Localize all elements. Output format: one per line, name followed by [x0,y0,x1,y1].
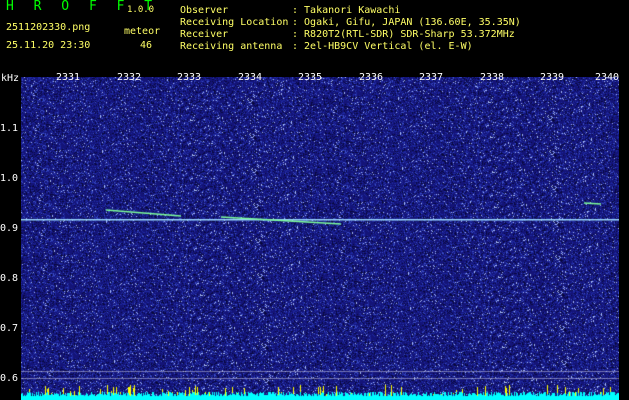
x-tick-label: 2334 [237,72,263,83]
meteor-label: meteor [124,26,161,37]
x-tick-label: 2337 [418,72,444,83]
field-receiver-label: Receiver [180,29,229,40]
field-antenna-value: : 2el-HB9CV Vertical (el. E-W) [292,41,473,52]
date-time: 25.11.20 23:30 [6,40,91,51]
meteor-count: 46 [140,40,153,51]
field-receiver-value: : R820T2(RTL-SDR) SDR-Sharp 53.372MHz [292,29,515,40]
field-location-value: : Ogaki, Gifu, JAPAN (136.60E, 35.35N) [292,17,521,28]
x-tick-label: 2332 [116,72,142,83]
x-tick-label: 2333 [176,72,202,83]
spectrogram-canvas[interactable] [21,77,619,400]
y-tick-label: 0.7 [0,323,19,334]
file-name: 2511202330.png [6,22,91,33]
y-tick-label: 0.9 [0,223,19,234]
header-panel: H R O F F T 1.0.0 2511202330.png 25.11.2… [0,0,629,72]
field-observer-value: : Takanori Kawachi [292,5,401,16]
x-axis-ticks: 2331 2332 2333 2334 2335 2336 2337 2338 … [21,72,619,86]
y-tick-label: 1.1 [0,123,19,134]
x-tick-label: 2340 [594,72,620,83]
x-tick-label: 2338 [479,72,505,83]
field-antenna-label: Receiving antenna [180,41,283,52]
x-tick-label: 2331 [55,72,81,83]
x-tick-label: 2339 [539,72,565,83]
y-tick-label: 1.0 [0,173,19,184]
x-tick-label: 2335 [297,72,323,83]
y-tick-label: 0.6 [0,373,19,384]
field-location-label: Receiving Location [180,17,289,28]
y-axis-unit: kHz [1,73,20,84]
x-tick-label: 2336 [358,72,384,83]
field-observer-label: Observer [180,5,229,16]
app-version: 1.0.0 [127,5,155,15]
y-tick-label: 0.8 [0,273,19,284]
